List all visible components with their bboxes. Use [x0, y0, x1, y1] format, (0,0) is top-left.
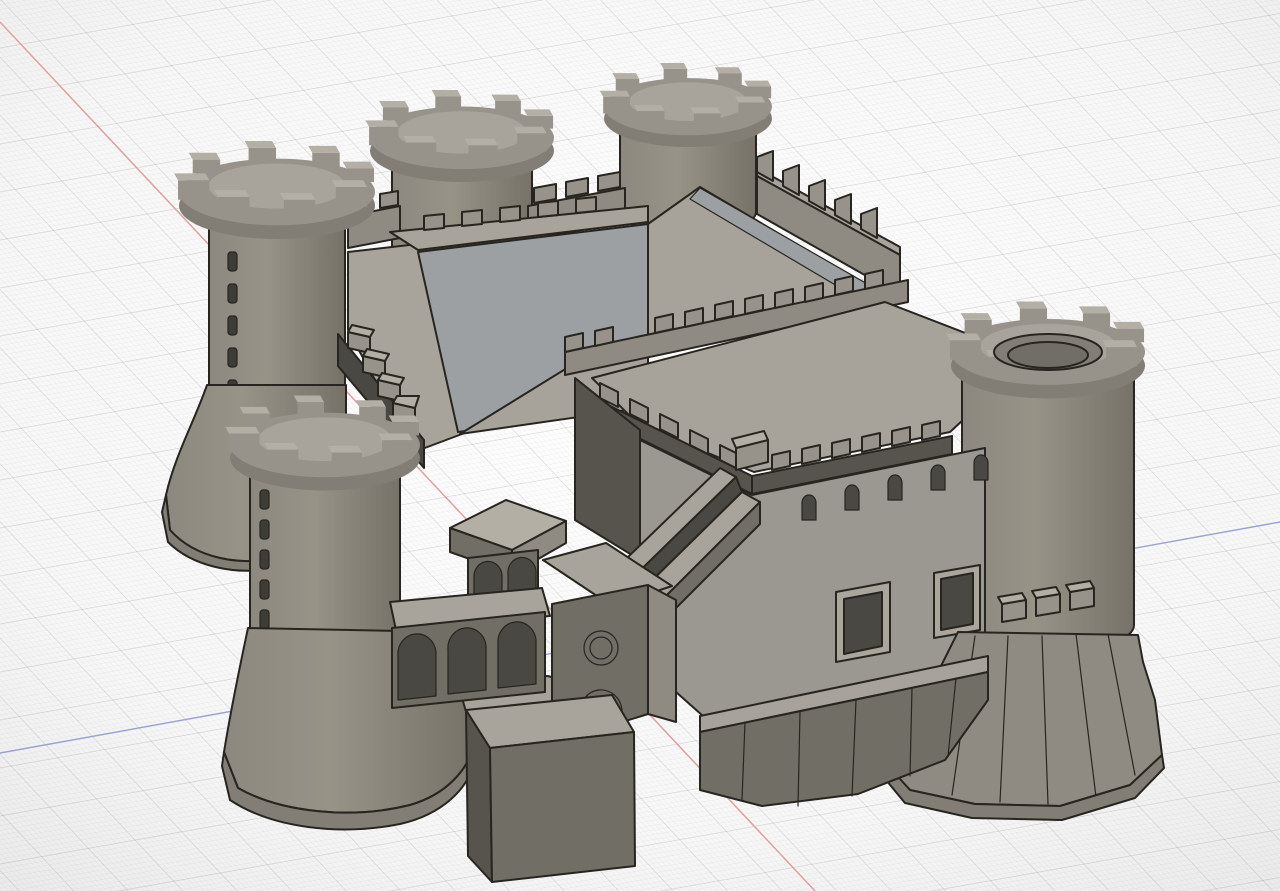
front-box[interactable] — [465, 694, 636, 883]
cad-3d-viewport[interactable] — [0, 0, 1280, 891]
model-viewport-canvas[interactable] — [0, 0, 1280, 891]
